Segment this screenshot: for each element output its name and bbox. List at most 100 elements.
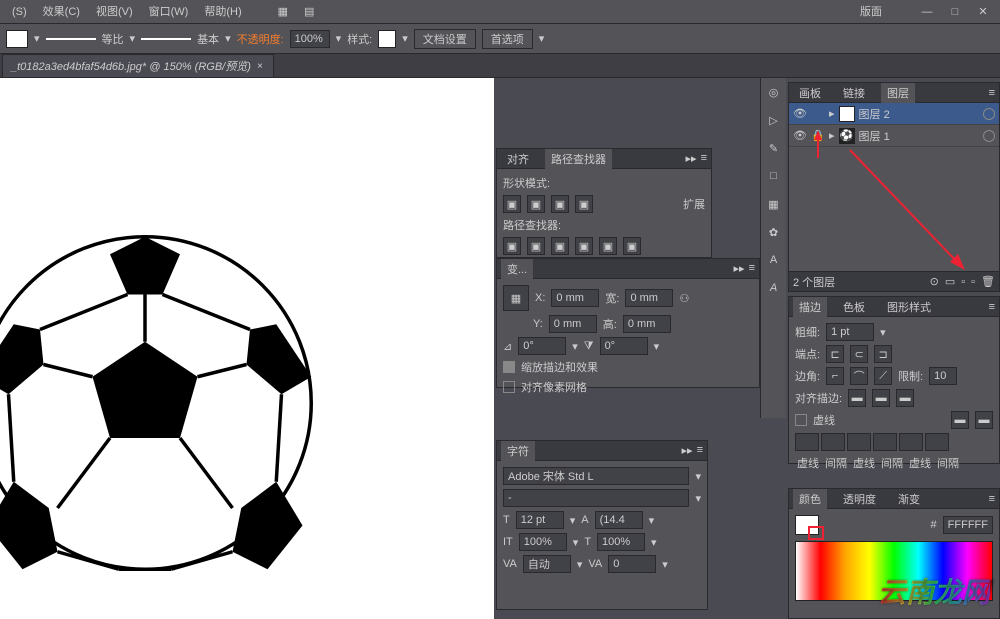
fill-swatch[interactable]: [6, 30, 28, 48]
close-button[interactable]: ✕: [970, 3, 996, 21]
cap-butt-icon[interactable]: ⊏: [826, 345, 844, 363]
stroke-preview[interactable]: [46, 38, 96, 40]
menu-s[interactable]: (S): [4, 0, 35, 24]
dash-opt1-icon[interactable]: ▬: [951, 411, 969, 429]
layer-row-1[interactable]: 👁 ▸ 图层 2: [789, 103, 999, 125]
h-input[interactable]: 0 mm: [623, 315, 671, 333]
panel-opts-icon[interactable]: ≡: [989, 87, 995, 99]
expand-icon[interactable]: ▸: [829, 107, 835, 120]
cap-round-icon[interactable]: ⊂: [850, 345, 868, 363]
menu-window[interactable]: 窗口(W): [141, 0, 197, 24]
square-icon[interactable]: □: [766, 168, 782, 184]
stroke-preview2[interactable]: [141, 38, 191, 40]
brush-icon[interactable]: ✎: [766, 140, 782, 156]
target-icon[interactable]: ◎: [766, 84, 782, 100]
outline-icon[interactable]: ▣: [599, 237, 617, 255]
join-round-icon[interactable]: ⌒: [850, 367, 868, 385]
dash1-input[interactable]: [795, 433, 819, 451]
menu-effects[interactable]: 效果(C): [35, 0, 88, 24]
clip-icon[interactable]: ▭: [945, 275, 955, 288]
tab-graphic-styles[interactable]: 图形样式: [881, 297, 937, 317]
gap3-input[interactable]: [925, 433, 949, 451]
menu-help[interactable]: 帮助(H): [196, 0, 249, 24]
reference-point[interactable]: ▦: [503, 285, 529, 311]
tab-color[interactable]: 颜色: [793, 489, 827, 509]
tab-character[interactable]: 字符: [501, 441, 535, 461]
merge-icon[interactable]: ▣: [551, 237, 569, 255]
layer-name[interactable]: 图层 1: [859, 128, 890, 144]
intersect-icon[interactable]: ▣: [551, 195, 569, 213]
tab-align[interactable]: 对齐: [501, 149, 535, 169]
unite-icon[interactable]: ▣: [503, 195, 521, 213]
align-inside-icon[interactable]: ▬: [872, 389, 890, 407]
layer-target[interactable]: [983, 130, 995, 142]
panel-opts-icon[interactable]: ≡: [749, 262, 755, 275]
layout-icon[interactable]: ▦: [270, 0, 296, 24]
layout-label[interactable]: 版面: [852, 0, 890, 24]
panel-opts-icon[interactable]: ≡: [989, 493, 995, 505]
font-size-input[interactable]: 12 pt: [516, 511, 564, 529]
dashed-check[interactable]: [795, 414, 807, 426]
close-tab-icon[interactable]: ×: [257, 61, 263, 72]
tab-transform[interactable]: 变...: [501, 259, 533, 279]
y-input[interactable]: 0 mm: [549, 315, 597, 333]
layer-name[interactable]: 图层 2: [859, 106, 890, 122]
align-pixel-check[interactable]: [503, 381, 515, 393]
panel-opts-icon[interactable]: ≡: [697, 444, 703, 457]
track-input[interactable]: 0: [608, 555, 656, 573]
panel-menu-icon[interactable]: ▸▸: [682, 444, 693, 457]
lock-icon[interactable]: 🔒: [811, 129, 825, 142]
style-swatch[interactable]: [378, 30, 396, 48]
exclude-icon[interactable]: ▣: [575, 195, 593, 213]
menu-view[interactable]: 视图(V): [88, 0, 141, 24]
crop-icon[interactable]: ▣: [575, 237, 593, 255]
rotate-input[interactable]: 0°: [518, 337, 566, 355]
tab-transparency[interactable]: 透明度: [837, 489, 882, 509]
join-miter-icon[interactable]: ⌐: [826, 367, 844, 385]
font-variant-input[interactable]: -: [503, 489, 689, 507]
minus-icon[interactable]: ▣: [527, 195, 545, 213]
weight-input[interactable]: 1 pt: [826, 323, 874, 341]
symbol-icon[interactable]: ✿: [766, 224, 782, 240]
limit-input[interactable]: 10: [929, 367, 957, 385]
dropdown-icon[interactable]: ▾: [539, 32, 545, 45]
dash-opt2-icon[interactable]: ▬: [975, 411, 993, 429]
align-outside-icon[interactable]: ▬: [896, 389, 914, 407]
expand-icon[interactable]: ▸: [829, 129, 835, 142]
trim-icon[interactable]: ▣: [527, 237, 545, 255]
layout2-icon[interactable]: ▤: [296, 0, 322, 24]
divide-icon[interactable]: ▣: [503, 237, 521, 255]
x-input[interactable]: 0 mm: [551, 289, 599, 307]
text-icon[interactable]: A: [766, 252, 782, 268]
visibility-icon[interactable]: 👁: [793, 107, 807, 120]
vscale-input[interactable]: 100%: [597, 533, 645, 551]
tab-stroke[interactable]: 描边: [793, 297, 827, 317]
kern-input[interactable]: 自动: [523, 555, 571, 573]
minusback-icon[interactable]: ▣: [623, 237, 641, 255]
tab-gradient[interactable]: 渐变: [892, 489, 926, 509]
panel-menu-icon[interactable]: ▸▸: [686, 152, 697, 165]
swatch-icon[interactable]: ▦: [766, 196, 782, 212]
gap2-input[interactable]: [873, 433, 897, 451]
new-sublayer-icon[interactable]: ▫: [961, 276, 965, 288]
tab-pathfinder[interactable]: 路径查找器: [545, 149, 612, 169]
font-family-input[interactable]: Adobe 宋体 Std L: [503, 467, 689, 485]
panel-opts-icon[interactable]: ≡: [989, 301, 995, 313]
hscale-input[interactable]: 100%: [519, 533, 567, 551]
panel-menu-icon[interactable]: ▸▸: [734, 262, 745, 275]
layer-target[interactable]: [983, 108, 995, 120]
locate-icon[interactable]: ⊙: [930, 275, 939, 288]
expand-button[interactable]: 扩展: [683, 196, 705, 212]
tab-links[interactable]: 链接: [837, 83, 871, 103]
document-tab[interactable]: _t0182a3ed4bfaf54d6b.jpg* @ 150% (RGB/预览…: [2, 54, 274, 77]
link-icon[interactable]: ⚇: [679, 292, 689, 305]
minimize-button[interactable]: —: [914, 3, 940, 21]
align-center-icon[interactable]: ▬: [848, 389, 866, 407]
dash3-input[interactable]: [899, 433, 923, 451]
opacity-input[interactable]: 100%: [290, 30, 330, 48]
tab-artboards[interactable]: 画板: [793, 83, 827, 103]
doc-setup-button[interactable]: 文档设置: [414, 29, 476, 49]
tab-swatches[interactable]: 色板: [837, 297, 871, 317]
canvas[interactable]: [0, 78, 494, 619]
fill-stroke-swatch[interactable]: [795, 515, 819, 535]
